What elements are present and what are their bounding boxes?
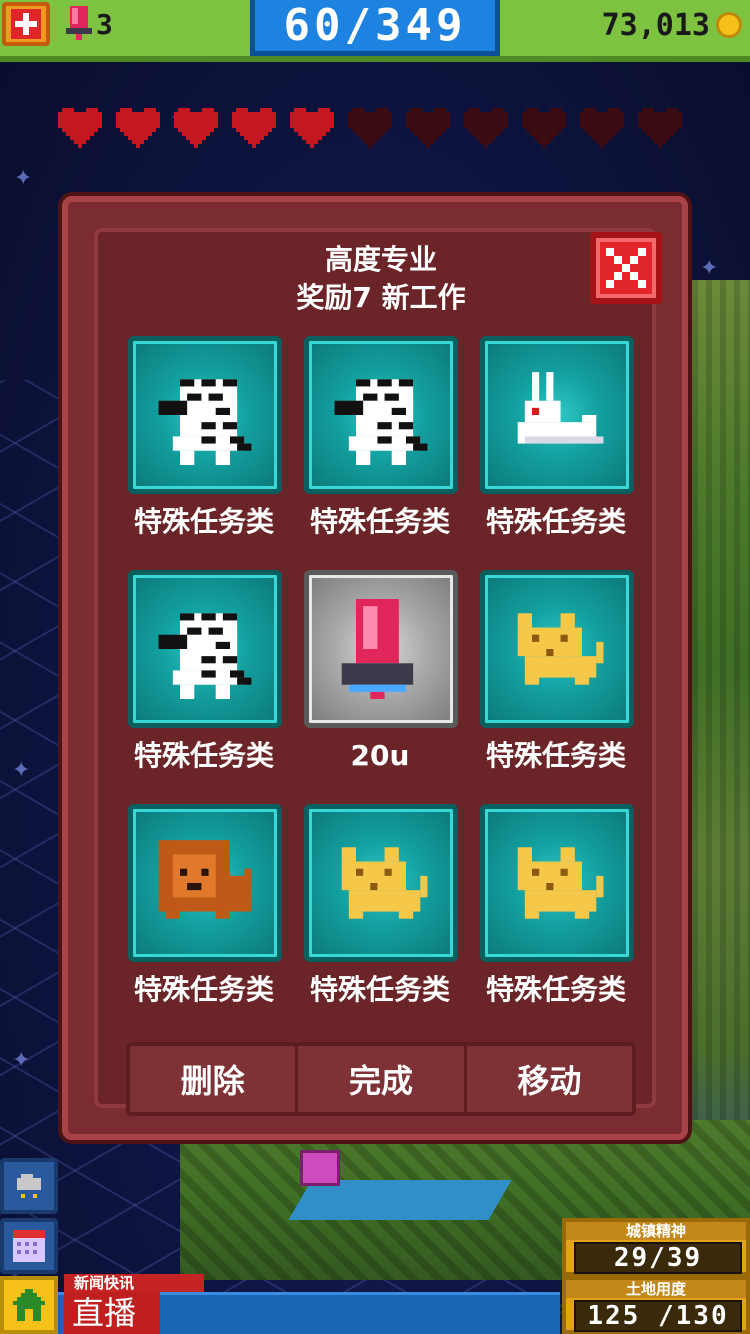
home-button[interactable]: [0, 1276, 58, 1334]
coin-count: 73,013: [601, 8, 710, 43]
reward-item-label: 特殊任务类: [485, 739, 626, 772]
happiness-panel[interactable]: 城镇精神 29/39: [562, 1218, 750, 1276]
reward-tile[interactable]: [128, 336, 282, 494]
heart-empty-icon: [464, 108, 508, 148]
star-icon: ✦: [700, 256, 719, 281]
cloud-icon: [17, 1174, 41, 1198]
zebra-icon: [334, 379, 428, 465]
star-icon: ✦: [14, 166, 33, 191]
yellow-cat-icon: [341, 847, 428, 919]
reward-item-label: 特殊任务类: [133, 739, 274, 772]
reward-item[interactable]: 特殊任务类: [476, 332, 636, 550]
add-bux-button[interactable]: [2, 2, 50, 46]
home-icon: [13, 1289, 45, 1321]
coin-icon: [716, 12, 742, 38]
reward-item[interactable]: 特殊任务类: [124, 332, 284, 550]
heart-full-icon: [290, 108, 334, 148]
land-label: 土地用度: [566, 1280, 746, 1298]
reward-item[interactable]: 特殊任务类: [124, 800, 284, 1018]
land-panel[interactable]: 土地用度 125 /130: [562, 1276, 750, 1334]
heart-full-icon: [116, 108, 160, 148]
reward-tile[interactable]: [128, 804, 282, 962]
weather-button[interactable]: [0, 1158, 58, 1214]
reward-item-label: 特殊任务类: [485, 973, 626, 1006]
reward-tile[interactable]: [128, 570, 282, 728]
reward-item[interactable]: 特殊任务类: [476, 800, 636, 1018]
reward-item-label: 特殊任务类: [309, 505, 450, 538]
reward-tile[interactable]: [304, 336, 458, 494]
bux-count: 3: [96, 8, 113, 41]
calendar-icon: [13, 1230, 45, 1262]
zebra-icon: [158, 379, 252, 465]
plus-icon: [11, 9, 41, 39]
reward-item[interactable]: 特殊任务类: [476, 566, 636, 784]
happiness-label: 城镇精神: [566, 1222, 746, 1240]
star-icon: ✦: [12, 758, 31, 783]
yellow-cat-icon: [517, 847, 604, 919]
heart-meter: [58, 108, 698, 154]
heart-empty-icon: [348, 108, 392, 148]
close-button[interactable]: [590, 232, 662, 304]
reward-tile[interactable]: [480, 804, 634, 962]
reward-item-label: 特殊任务类: [485, 505, 626, 538]
action-bar: 删除 完成 移动: [126, 1042, 636, 1116]
move-button[interactable]: 移动: [463, 1046, 632, 1112]
reward-item-label: 特殊任务类: [133, 505, 274, 538]
reward-item[interactable]: 特殊任务类: [124, 566, 284, 784]
heart-empty-icon: [522, 108, 566, 148]
top-bar: 3 60/349 73,013: [0, 0, 750, 62]
news-label: 新闻快讯: [64, 1274, 204, 1292]
yellow-cat-icon: [517, 613, 604, 685]
bux-icon: [341, 599, 414, 699]
heart-empty-icon: [406, 108, 450, 148]
land-value: 125 /130: [574, 1300, 742, 1332]
reward-item[interactable]: 20u: [300, 566, 460, 784]
heart-full-icon: [232, 108, 276, 148]
close-icon: [606, 248, 646, 288]
reward-tile[interactable]: [304, 804, 458, 962]
reward-dialog: 高度专业 奖励7 新工作 特殊任务类 特殊任务类 特殊任务类 特殊任务类 20u 特殊任务…: [62, 196, 688, 1140]
reward-tile[interactable]: [480, 336, 634, 494]
reward-item[interactable]: 特殊任务类: [300, 332, 460, 550]
population-counter[interactable]: 60/349: [250, 0, 500, 56]
lion-icon: [158, 840, 252, 919]
reward-item-label: 20u: [350, 739, 410, 772]
heart-full-icon: [174, 108, 218, 148]
reward-item-label: 特殊任务类: [309, 973, 450, 1006]
heart-empty-icon: [580, 108, 624, 148]
reward-tile[interactable]: [304, 570, 458, 728]
star-icon: ✦: [12, 1048, 31, 1073]
heart-full-icon: [58, 108, 102, 148]
reward-tile[interactable]: [480, 570, 634, 728]
water-channel: [288, 1180, 512, 1220]
reward-item[interactable]: 特殊任务类: [300, 800, 460, 1018]
calendar-button[interactable]: [0, 1218, 58, 1274]
reward-grid: 特殊任务类 特殊任务类 特殊任务类 特殊任务类 20u 特殊任务类 特殊任务类 特殊任务类 特殊…: [124, 332, 644, 1032]
rabbit-icon: [517, 372, 604, 444]
complete-button[interactable]: 完成: [295, 1046, 463, 1112]
building[interactable]: [300, 1150, 340, 1186]
bux-icon: [66, 6, 92, 40]
happiness-value: 29/39: [574, 1242, 742, 1274]
news-live-tag: 直播: [64, 1292, 160, 1334]
heart-empty-icon: [638, 108, 682, 148]
delete-button[interactable]: 删除: [130, 1046, 295, 1112]
reward-item-label: 特殊任务类: [133, 973, 274, 1006]
zebra-icon: [158, 613, 252, 699]
